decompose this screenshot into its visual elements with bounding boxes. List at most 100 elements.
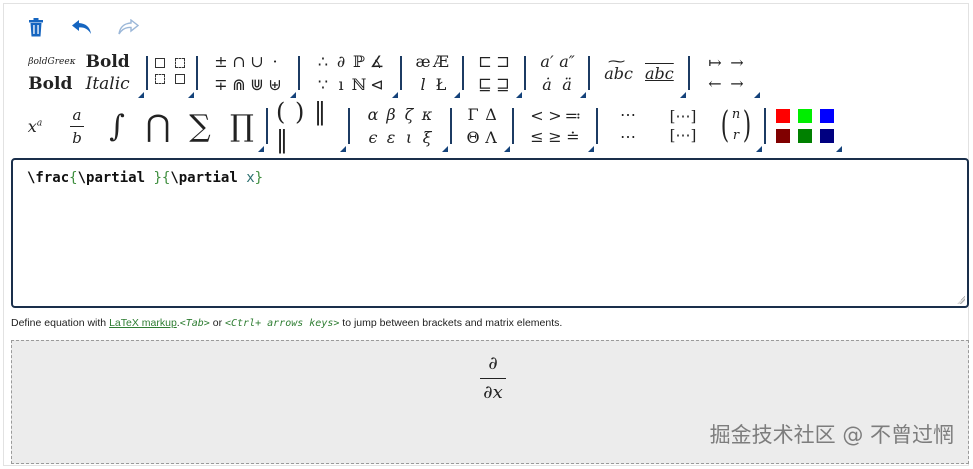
binomial-button[interactable]: ( n r ) (710, 100, 762, 152)
undo-arrow-icon (72, 20, 91, 34)
dropdown-marker-icon (756, 146, 762, 152)
dropdown-marker-icon (442, 146, 448, 152)
superscript-button[interactable]: xa (14, 100, 56, 152)
dot-symbol: · (272, 52, 278, 71)
partial-symbol: ∂ (336, 52, 346, 71)
dropdown-marker-icon (258, 146, 264, 152)
fraction-sample: ab (70, 106, 84, 147)
measured-angle-symbol: ∡ (369, 52, 385, 71)
color-swatch[interactable] (820, 109, 834, 123)
right-paren-icon: ) (742, 105, 752, 146)
preview-fraction: ∂ ∂x (480, 353, 506, 403)
Theta-letter: Θ (466, 128, 480, 147)
logic-symbols-group[interactable]: ∴ ∂ ℙ ∡ ∵ ı ℕ ⊲ (302, 48, 398, 98)
dropdown-marker-icon (588, 146, 594, 152)
minus-plus-symbol: ∓ (214, 75, 228, 94)
less-equal-symbol: ≤ (530, 127, 544, 146)
separator (512, 108, 514, 144)
ae-letter: æ (415, 52, 431, 71)
greek-lowercase-group[interactable]: α β ζ κ ϵ ε ι ξ (352, 100, 448, 152)
arrows-key-hint: <Ctrl+ arrows keys> (224, 318, 340, 329)
eqqcolon-symbol: ≕ (564, 106, 582, 125)
redo-button[interactable] (114, 15, 142, 39)
symbol-palette-row-1: βoldGreeκ Bold Bold Italic ± ∩ ∪ · ∓ ⋒ ⋓… (14, 48, 760, 98)
arrows-group[interactable]: ↦ → ← → (692, 48, 760, 98)
integral-symbol: ∫ (109, 108, 125, 144)
varepsilon-letter: ε (386, 128, 396, 147)
matrix-button[interactable]: [⋯] [⋯] (656, 100, 710, 152)
double-cap-symbol: ⋒ (232, 75, 246, 94)
naturals-symbol: ℕ (351, 75, 367, 94)
matrix-row-2: [⋯] (669, 126, 697, 144)
italic-sample: Italic (85, 74, 130, 94)
font-style-group[interactable]: βoldGreeκ Bold Bold Italic (14, 48, 144, 98)
separator (588, 56, 590, 90)
double-prime-accent: a″ (559, 52, 575, 71)
color-palette-group[interactable] (768, 100, 842, 152)
sum-button[interactable]: ∑ (180, 100, 220, 152)
resize-handle-icon[interactable] (957, 296, 965, 304)
relations-group[interactable]: < > ≕ ≤ ≥ ≐ (516, 100, 594, 152)
dropdown-marker-icon (754, 92, 760, 98)
color-swatch[interactable] (820, 129, 834, 143)
delimiters-group[interactable]: ( ) ‖ ‖ (270, 98, 346, 154)
latex-input[interactable]: \frac{\partial }{\partial x} (11, 158, 969, 308)
preview-numerator: ∂ (488, 353, 498, 374)
overline-group[interactable]: ~ abc abc (592, 48, 686, 98)
separator (462, 56, 464, 90)
trash-icon (29, 17, 43, 36)
kappa-letter: κ (421, 105, 433, 124)
dropdown-marker-icon (516, 92, 522, 98)
layout-boxes-group[interactable] (150, 48, 194, 98)
delimiters-symbols: ( ) ‖ ‖ (276, 98, 327, 154)
color-swatch[interactable] (776, 129, 790, 143)
right-arrow-icon: → (730, 53, 744, 72)
binom-bottom: r (732, 128, 740, 143)
matrix-row-1: [⋯] (669, 106, 697, 125)
primes-symbol: ℙ (352, 52, 366, 71)
L-stroke-letter: Ł (435, 75, 447, 94)
color-swatch[interactable] (776, 109, 790, 123)
separator (524, 56, 526, 90)
alpha-letter: α (367, 105, 379, 124)
multiset-union-symbol: ⊎ (268, 75, 282, 94)
integral-button[interactable]: ∫ (98, 100, 136, 152)
frac-command: \frac (27, 170, 70, 186)
close-brace: } (153, 170, 162, 186)
variable-x: x (246, 170, 255, 186)
separator (764, 108, 766, 144)
partial-command: \partial (170, 170, 247, 186)
double-cup-symbol: ⋓ (250, 75, 264, 94)
dots-group[interactable]: ⋯ ⋯ (600, 100, 656, 152)
color-swatch[interactable] (798, 109, 812, 123)
product-button[interactable]: ∏ (220, 100, 264, 152)
latex-markup-link[interactable]: LaTeX markup (109, 317, 177, 329)
big-intersection-button[interactable]: ⋂ (136, 100, 180, 152)
operators-group[interactable]: ± ∩ ∪ · ∓ ⋒ ⋓ ⊎ (200, 48, 296, 98)
dropdown-marker-icon (340, 146, 346, 152)
normal-subgroup-symbol: ⊲ (370, 75, 384, 94)
big-intersection-symbol: ⋂ (145, 108, 171, 144)
right-arrow-icon: → (730, 74, 744, 93)
accents-group[interactable]: a′ a″ ȧ ä (528, 48, 586, 98)
Delta-letter: Δ (485, 105, 497, 124)
superscript-sample: xa (27, 116, 43, 136)
AE-letter: Æ (432, 52, 449, 71)
redo-arrow-icon (118, 19, 139, 35)
bold-greek-sample: βoldGreeκ (28, 57, 76, 67)
fraction-button[interactable]: ab (56, 100, 98, 152)
undo-button[interactable] (68, 15, 96, 39)
color-swatch[interactable] (798, 129, 812, 143)
because-symbol: ∵ (317, 75, 329, 94)
delete-button[interactable] (22, 15, 50, 39)
special-letters-group[interactable]: æ Æ l Ł (404, 48, 460, 98)
dropdown-marker-icon (680, 92, 686, 98)
left-arrow-icon: ← (708, 74, 722, 93)
intersection-symbol: ∩ (232, 52, 246, 71)
greek-uppercase-group[interactable]: Γ Δ Θ Λ (454, 100, 510, 152)
square-subsets-group[interactable]: ⊏ ⊐ ⊑ ⊒ (466, 48, 522, 98)
greater-than-symbol: > (548, 106, 562, 125)
cdots-symbol: ⋯ (620, 127, 636, 146)
Gamma-letter: Γ (467, 105, 479, 124)
color-swatches (776, 109, 834, 143)
